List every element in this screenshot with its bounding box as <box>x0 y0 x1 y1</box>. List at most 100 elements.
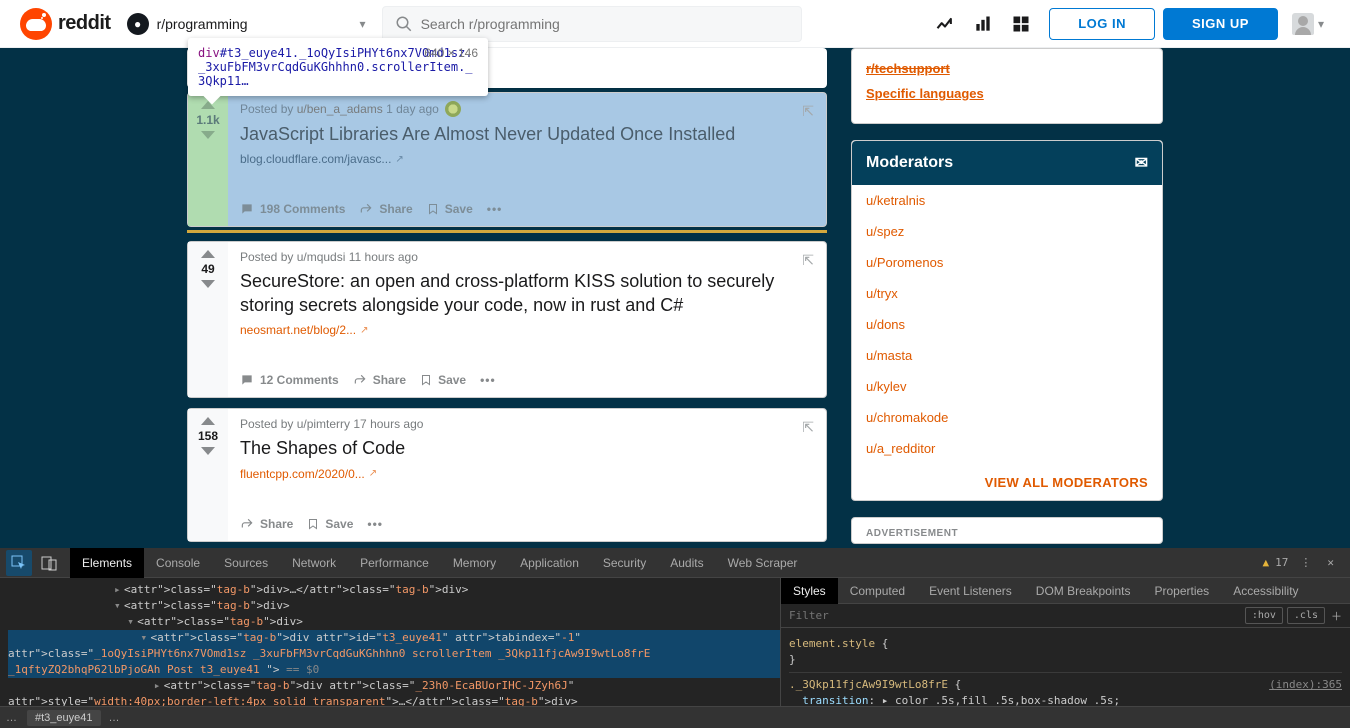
styles-tab[interactable]: Event Listeners <box>917 578 1024 604</box>
post-author-link[interactable]: u/mqudsi <box>297 250 346 264</box>
more-actions-button[interactable]: ••• <box>487 202 503 216</box>
share-button[interactable]: Share <box>353 373 406 387</box>
comments-button[interactable]: 198 Comments <box>240 202 345 216</box>
more-actions-button[interactable]: ••• <box>367 517 383 531</box>
breadcrumb-next[interactable]: … <box>109 712 122 724</box>
devtools-tab[interactable]: Audits <box>658 548 715 578</box>
post-card[interactable]: 1.1k Posted by u/ben_a_adams 1 day ago J… <box>187 92 827 227</box>
downvote-icon[interactable] <box>201 447 215 455</box>
all-icon[interactable] <box>1011 14 1031 34</box>
inspect-element-icon[interactable] <box>6 550 32 576</box>
more-actions-button[interactable]: ••• <box>480 373 496 387</box>
devtools-tab-bar: ElementsConsoleSourcesNetworkPerformance… <box>0 548 1350 578</box>
moderator-link[interactable]: u/a_redditor <box>852 433 1162 464</box>
message-mods-icon[interactable]: ✉ <box>1135 153 1148 173</box>
save-button[interactable]: Save <box>427 202 473 216</box>
upvote-icon[interactable] <box>201 250 215 258</box>
devtools-tab[interactable]: Console <box>144 548 212 578</box>
moderator-link[interactable]: u/ketralnis <box>852 185 1162 216</box>
styles-rules[interactable]: element.style {}(index):365._3Qkp11fjcAw… <box>781 628 1350 706</box>
login-button[interactable]: LOG IN <box>1049 8 1155 40</box>
styles-tab[interactable]: Accessibility <box>1221 578 1310 604</box>
search-input[interactable] <box>421 16 789 32</box>
trending-icon[interactable] <box>935 14 955 34</box>
open-external-icon[interactable]: ⇱ <box>802 103 814 120</box>
open-external-icon[interactable]: ⇱ <box>802 419 814 436</box>
downvote-icon[interactable] <box>201 280 215 288</box>
elements-tree-node[interactable]: ▾<attr">class="tag-b">div> <box>8 614 780 630</box>
breadcrumb-current[interactable]: #t3_euye41 <box>27 710 101 726</box>
subreddit-selector[interactable]: ● r/programming ▾ <box>119 9 374 39</box>
post-title[interactable]: The Shapes of Code <box>240 437 814 460</box>
post-source-link[interactable]: neosmart.net/blog/2... ↗ <box>240 323 368 337</box>
share-button[interactable]: Share <box>359 202 412 216</box>
styles-filter-input[interactable] <box>789 609 1241 622</box>
devtools-tab[interactable]: Elements <box>70 548 144 578</box>
devtools-tab[interactable]: Sources <box>212 548 280 578</box>
css-rule[interactable]: (index):365._3Qkp11fjcAw9I9wtLo8frE { tr… <box>789 673 1342 706</box>
post-card[interactable]: 158 Posted by u/pimterry 17 hours ago Th… <box>187 408 827 541</box>
warning-count: 17 <box>1275 556 1288 569</box>
devtools-tab[interactable]: Application <box>508 548 591 578</box>
brand-logo[interactable]: reddit <box>20 8 111 40</box>
elements-tree-node[interactable]: ▸<attr">class="tag-b">div>…</attr">class… <box>8 582 780 598</box>
view-all-mods-link[interactable]: VIEW ALL MODERATORS <box>985 475 1148 490</box>
moderator-link[interactable]: u/chromakode <box>852 402 1162 433</box>
cls-toggle[interactable]: .cls <box>1287 607 1325 624</box>
highlight-divider <box>187 230 827 233</box>
moderator-link[interactable]: u/Poromenos <box>852 247 1162 278</box>
post-author-link[interactable]: u/ben_a_adams <box>297 102 383 116</box>
post-source-link[interactable]: fluentcpp.com/2020/0... ↗ <box>240 467 377 481</box>
popular-icon[interactable] <box>973 14 993 34</box>
moderator-link[interactable]: u/kylev <box>852 371 1162 402</box>
vote-column: 158 <box>188 409 228 540</box>
elements-tree-node[interactable]: ▾<attr">class="tag-b">div attr">id="t3_e… <box>8 630 780 678</box>
save-button[interactable]: Save <box>307 517 353 531</box>
devtools-tab[interactable]: Web Scraper <box>716 548 810 578</box>
breadcrumb-prev[interactable]: … <box>6 712 19 724</box>
related-widget: r/techsupport Specific languages <box>851 48 1163 124</box>
award-icon[interactable] <box>445 101 461 117</box>
devtools-kebab-icon[interactable]: ⋮ <box>1294 556 1317 569</box>
devtools-close-icon[interactable]: ✕ <box>1323 556 1338 569</box>
elements-tree-node[interactable]: ▾<attr">class="tag-b">div> <box>8 598 780 614</box>
moderator-link[interactable]: u/dons <box>852 309 1162 340</box>
post-title[interactable]: JavaScript Libraries Are Almost Never Up… <box>240 123 814 146</box>
chevron-down-icon: ▾ <box>360 17 366 31</box>
post-source-link[interactable]: blog.cloudflare.com/javasc... ↗ <box>240 152 404 166</box>
post-title[interactable]: SecureStore: an open and cross-platform … <box>240 270 814 317</box>
signup-button[interactable]: SIGN UP <box>1163 8 1278 40</box>
styles-tab[interactable]: Properties <box>1142 578 1221 604</box>
comments-button[interactable]: 12 Comments <box>240 373 339 387</box>
vote-column: 49 <box>188 242 228 397</box>
hov-toggle[interactable]: :hov <box>1245 607 1283 624</box>
devtools-tab[interactable]: Network <box>280 548 348 578</box>
styles-tab[interactable]: Styles <box>781 578 838 604</box>
moderator-link[interactable]: u/masta <box>852 340 1162 371</box>
open-external-icon[interactable]: ⇱ <box>802 252 814 269</box>
device-toggle-icon[interactable] <box>36 550 62 576</box>
devtools-tab[interactable]: Performance <box>348 548 441 578</box>
elements-tree-node[interactable]: ▸<attr">class="tag-b">div attr">class="_… <box>8 678 780 706</box>
moderator-list: u/ketralnisu/spezu/Poromenosu/tryxu/dons… <box>852 185 1162 464</box>
devtools-tab[interactable]: Security <box>591 548 658 578</box>
moderator-link[interactable]: u/spez <box>852 216 1162 247</box>
add-rule-icon[interactable]: ＋ <box>1325 608 1342 624</box>
elements-tree[interactable]: ▸<attr">class="tag-b">div>…</attr">class… <box>0 578 780 706</box>
devtools-tab[interactable]: Memory <box>441 548 508 578</box>
styles-tab[interactable]: DOM Breakpoints <box>1024 578 1143 604</box>
related-link[interactable]: r/techsupport <box>866 61 1148 76</box>
search-bar[interactable] <box>382 6 802 42</box>
upvote-icon[interactable] <box>201 417 215 425</box>
styles-tab[interactable]: Computed <box>838 578 917 604</box>
moderator-link[interactable]: u/tryx <box>852 278 1162 309</box>
related-link[interactable]: Specific languages <box>866 86 1148 101</box>
save-button[interactable]: Save <box>420 373 466 387</box>
post-author-link[interactable]: u/pimterry <box>297 417 350 431</box>
downvote-icon[interactable] <box>201 131 215 139</box>
post-card[interactable]: 49 Posted by u/mqudsi 11 hours ago Secur… <box>187 241 827 398</box>
css-rule[interactable]: element.style {} <box>789 632 1342 673</box>
user-menu[interactable]: ▾ <box>1286 13 1330 35</box>
share-button[interactable]: Share <box>240 517 293 531</box>
warning-icon[interactable]: ▲ <box>1263 556 1270 569</box>
